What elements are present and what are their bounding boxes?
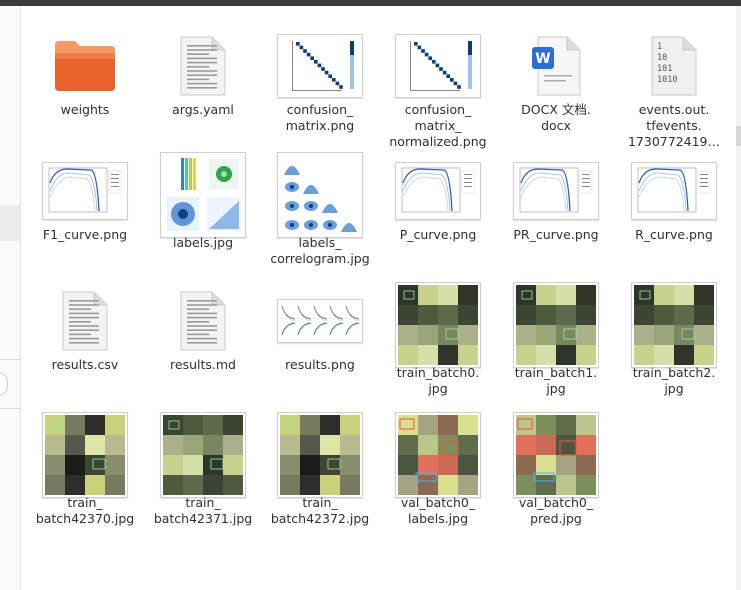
file-item[interactable]: results.csv bbox=[29, 285, 141, 373]
file-item[interactable]: labels_ correlogram.jpg bbox=[264, 152, 376, 267]
sidebar-divider bbox=[0, 359, 20, 360]
file-name-label: results.csv bbox=[51, 357, 119, 372]
confusion-matrix-normalized-thumbnail bbox=[382, 30, 494, 102]
file-item[interactable]: train_ batch42372.jpg bbox=[264, 412, 376, 527]
binary-file-icon: 1 10 101 1010 bbox=[618, 30, 730, 102]
text-document-icon bbox=[147, 30, 259, 102]
file-name-label: weights bbox=[60, 102, 110, 117]
file-item[interactable]: 1 10 101 1010 events.out. tfevents. 17307724… bbox=[618, 30, 730, 150]
file-item[interactable]: train_batch1. jpg bbox=[500, 282, 612, 397]
file-item[interactable]: weights bbox=[29, 30, 141, 118]
train-batch-thumbnail bbox=[264, 411, 376, 499]
file-item[interactable]: R_curve.png bbox=[618, 155, 730, 243]
file-name-label: PR_curve.png bbox=[513, 227, 599, 242]
svg-text:1010: 1010 bbox=[657, 75, 677, 85]
file-name-label: train_batch1. jpg bbox=[514, 365, 598, 396]
file-item[interactable]: P_curve.png bbox=[382, 155, 494, 243]
file-name-label: labels.jpg bbox=[172, 235, 234, 250]
file-name-label: results.md bbox=[170, 357, 236, 372]
sidebar-edge[interactable] bbox=[0, 6, 21, 590]
file-name-label: DOCX 文档. docx bbox=[521, 102, 591, 133]
file-name-label: train_ batch42370.jpg bbox=[35, 495, 135, 526]
labels-correlogram-thumbnail bbox=[264, 151, 376, 239]
train-batch-thumbnail bbox=[500, 281, 612, 369]
sidebar-divider bbox=[0, 408, 20, 409]
svg-text:10: 10 bbox=[657, 53, 667, 63]
scrollbar-thumb[interactable] bbox=[736, 126, 741, 146]
file-name-label: labels_ correlogram.jpg bbox=[270, 235, 370, 266]
file-name-label: P_curve.png bbox=[399, 227, 477, 242]
word-document-icon: W bbox=[500, 30, 612, 102]
file-item[interactable]: confusion_ matrix_ normalized.png bbox=[382, 30, 494, 150]
file-name-label: events.out. tfevents. 1730772419… bbox=[627, 102, 721, 149]
val-batch-thumbnail bbox=[382, 411, 494, 499]
file-item[interactable]: PR_curve.png bbox=[500, 155, 612, 243]
train-batch-thumbnail bbox=[29, 411, 141, 499]
folder-icon bbox=[29, 30, 141, 102]
text-document-icon bbox=[147, 285, 259, 357]
pr-curve-thumbnail bbox=[500, 155, 612, 227]
file-item[interactable]: val_batch0_ pred.jpg bbox=[500, 412, 612, 527]
file-item[interactable]: results.png bbox=[264, 285, 376, 373]
labels-thumbnail bbox=[147, 151, 259, 239]
svg-text:1: 1 bbox=[657, 42, 662, 52]
train-batch-thumbnail bbox=[382, 281, 494, 369]
file-item[interactable]: val_batch0_ labels.jpg bbox=[382, 412, 494, 527]
file-name-label: train_batch0. jpg bbox=[396, 365, 480, 396]
file-item[interactable]: F1_curve.png bbox=[29, 155, 141, 243]
sidebar-round-button[interactable] bbox=[0, 372, 8, 396]
file-name-label: args.yaml bbox=[172, 102, 234, 117]
file-item[interactable]: confusion_ matrix.png bbox=[264, 30, 376, 134]
p-curve-thumbnail bbox=[382, 155, 494, 227]
file-item[interactable]: train_ batch42371.jpg bbox=[147, 412, 259, 527]
file-name-label: val_batch0_ pred.jpg bbox=[518, 495, 594, 526]
text-document-icon bbox=[29, 285, 141, 357]
train-batch-thumbnail bbox=[618, 281, 730, 369]
file-item[interactable]: train_batch0. jpg bbox=[382, 282, 494, 397]
file-item[interactable]: W DOCX 文档. docx bbox=[500, 30, 612, 134]
file-item[interactable]: args.yaml bbox=[147, 30, 259, 118]
window-top-bar bbox=[0, 0, 741, 6]
r-curve-thumbnail bbox=[618, 155, 730, 227]
results-thumbnail bbox=[264, 285, 376, 357]
file-name-label: F1_curve.png bbox=[42, 227, 128, 242]
val-batch-thumbnail bbox=[500, 411, 612, 499]
sidebar-selected-row[interactable] bbox=[0, 205, 20, 241]
file-name-label: confusion_ matrix_ normalized.png bbox=[389, 102, 487, 149]
file-item[interactable]: train_batch2. jpg bbox=[618, 282, 730, 397]
file-name-label: train_ batch42371.jpg bbox=[153, 495, 253, 526]
file-item[interactable]: labels.jpg bbox=[147, 152, 259, 251]
file-name-label: val_batch0_ labels.jpg bbox=[400, 495, 476, 526]
file-item[interactable]: results.md bbox=[147, 285, 259, 373]
file-name-label: train_ batch42372.jpg bbox=[270, 495, 370, 526]
svg-text:101: 101 bbox=[657, 64, 672, 74]
file-name-label: R_curve.png bbox=[635, 227, 713, 242]
svg-text:W: W bbox=[535, 51, 550, 67]
file-item[interactable]: train_ batch42370.jpg bbox=[29, 412, 141, 527]
f1-curve-thumbnail bbox=[29, 155, 141, 227]
confusion-matrix-thumbnail bbox=[264, 30, 376, 102]
train-batch-thumbnail bbox=[147, 411, 259, 499]
scrollbar[interactable] bbox=[736, 6, 741, 590]
file-name-label: confusion_ matrix.png bbox=[285, 102, 355, 133]
file-name-label: train_batch2. jpg bbox=[632, 365, 716, 396]
file-name-label: results.png bbox=[285, 357, 355, 372]
